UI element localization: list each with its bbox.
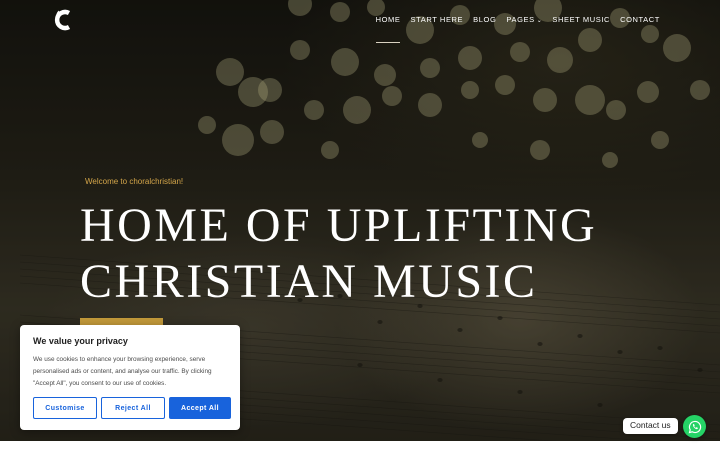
main-navigation: HOME START HERE BLOG PAGES ⌄ SHEET MUSIC … bbox=[375, 15, 660, 43]
nav-home-label: HOME bbox=[375, 15, 401, 24]
nav-blog[interactable]: BLOG bbox=[473, 15, 496, 34]
cookie-consent-banner: We value your privacy We use cookies to … bbox=[20, 325, 240, 430]
chevron-down-icon: ⌄ bbox=[536, 18, 543, 24]
nav-contact-label: CONTACT bbox=[620, 15, 660, 24]
nav-sheet-music[interactable]: SHEET MUSIC bbox=[552, 15, 610, 34]
hero-headline-line-1: HOME OF UPLIFTING bbox=[80, 199, 598, 252]
cookie-button-row: Customise Reject All Accept All bbox=[33, 397, 231, 419]
customise-button[interactable]: Customise bbox=[33, 397, 97, 419]
nav-contact[interactable]: CONTACT bbox=[620, 15, 660, 34]
nav-blog-label: BLOG bbox=[473, 15, 497, 24]
cookie-text: We use cookies to enhance your browsing … bbox=[33, 356, 212, 387]
nav-pages[interactable]: PAGES ⌄ bbox=[506, 15, 542, 34]
site-logo[interactable] bbox=[53, 8, 75, 32]
nav-home[interactable]: HOME bbox=[375, 15, 401, 43]
accept-all-button[interactable]: Accept All bbox=[169, 397, 231, 419]
hero-headline: HOME OF UPLIFTING CHRISTIAN MUSIC bbox=[80, 198, 597, 310]
reject-all-button[interactable]: Reject All bbox=[101, 397, 165, 419]
whatsapp-icon bbox=[688, 420, 701, 433]
cookie-title: We value your privacy bbox=[33, 336, 128, 346]
whatsapp-button[interactable] bbox=[683, 415, 706, 438]
nav-start-here-label: START HERE bbox=[410, 15, 464, 24]
hero-headline-line-2: CHRISTIAN MUSIC bbox=[80, 255, 538, 308]
choralchristian-logo-icon bbox=[54, 9, 71, 31]
nav-sheet-music-label: SHEET MUSIC bbox=[552, 15, 611, 24]
contact-us-label[interactable]: Contact us bbox=[623, 418, 678, 434]
nav-start-here[interactable]: START HERE bbox=[410, 15, 463, 34]
hero-eyebrow: Welcome to choralchristian! bbox=[85, 177, 184, 186]
nav-pages-label: PAGES bbox=[506, 15, 535, 24]
